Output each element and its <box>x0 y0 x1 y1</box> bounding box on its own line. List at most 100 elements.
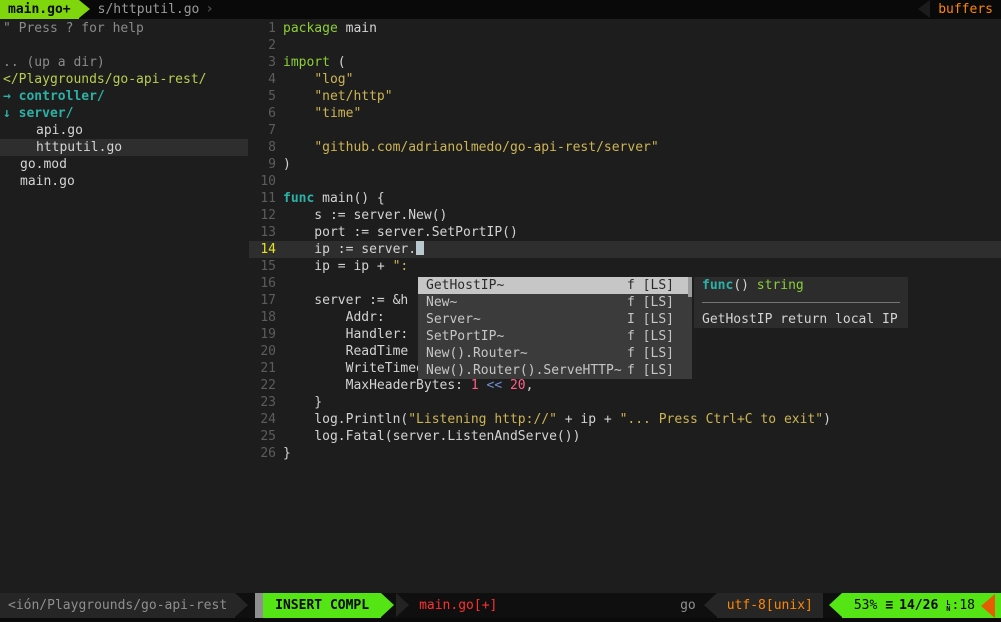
sidebar-file[interactable]: go.mod <box>0 156 248 173</box>
chevron-left-icon <box>918 0 931 18</box>
code-text: "time" <box>283 105 361 122</box>
code-token: 20 <box>509 378 526 393</box>
code-token: import <box>283 55 330 70</box>
line-number: 13 <box>260 225 276 240</box>
code-token: << <box>486 378 503 393</box>
position-segment: 53% ≡ 14/26 LN :18 <box>841 593 1001 618</box>
cwd-path: <ión/Playgrounds/go-api-rest <box>0 593 236 618</box>
tab-httputil-go[interactable]: s/httputil.go <box>90 0 206 19</box>
editor-line[interactable]: 22 MaxHeaderBytes: 1 << 20, <box>249 377 1001 394</box>
editor-line[interactable]: 4 "log" <box>249 71 1001 88</box>
sidebar-text[interactable]: .. (up a dir) <box>0 54 248 71</box>
code-token: Handler: <box>283 327 409 342</box>
text-cursor <box>416 241 425 255</box>
completion-kind: f [LS] <box>627 363 674 378</box>
editor-line[interactable]: 5 "net/http" <box>249 88 1001 105</box>
completion-item[interactable]: GetHostIP~ f [LS] <box>418 277 692 294</box>
sidebar-file[interactable]: main.go <box>0 173 248 190</box>
editor-line[interactable]: 1 package main <box>249 20 1001 37</box>
line-number: 14 <box>260 242 276 257</box>
code-token: string <box>756 278 804 293</box>
code-token: } <box>283 395 323 410</box>
editor-line[interactable]: 14 ip := server. <box>249 241 1001 258</box>
completion-label: New().Router~ <box>426 346 528 361</box>
sidebar-folder[interactable]: → controller/ <box>0 88 248 105</box>
editor-line[interactable]: 13 port := server.SetPortIP() <box>249 224 1001 241</box>
line-number: 12 <box>260 208 276 223</box>
editor-line[interactable]: 11 func main() { <box>249 190 1001 207</box>
editor-line[interactable]: 3 import ( <box>249 54 1001 71</box>
completion-kind: f [LS] <box>627 278 674 293</box>
editor-line[interactable]: 6 "time" <box>249 105 1001 122</box>
line-number: 7 <box>268 123 276 138</box>
editor-line[interactable]: 9) <box>249 156 1001 173</box>
code-token: "github.com/adrianolmedo/go-api-rest/ser… <box>314 140 659 155</box>
editor-line[interactable]: 15 ip = ip + ": <box>249 258 1001 275</box>
line-number: 17 <box>260 293 276 308</box>
tab-main-go[interactable]: main.go+ <box>0 0 79 19</box>
editor-line[interactable]: 24 log.Println("Listening http://" + ip … <box>249 411 1001 428</box>
code-text: MaxHeaderBytes: 1 << 20, <box>283 377 534 394</box>
code-text: s := server.New() <box>283 207 447 224</box>
chevron-right-icon: › <box>205 1 214 17</box>
line-number: 10 <box>260 174 276 189</box>
code-token: s := server.New() <box>283 208 448 223</box>
segment-arrow-shadow-icon <box>396 593 410 617</box>
completion-item[interactable]: New~ f [LS] <box>418 294 692 311</box>
sidebar-text: </Playgrounds/go-api-rest/ <box>0 71 248 88</box>
completion-label: SetPortIP~ <box>426 329 505 344</box>
code-token: MaxHeaderBytes: <box>283 378 471 393</box>
code-text: Addr: <box>283 309 385 326</box>
line-number: 16 <box>260 276 276 291</box>
completion-item[interactable]: New().Router~ f [LS] <box>418 345 692 362</box>
sidebar-label: httputil.go <box>36 140 123 155</box>
completion-label: GetHostIP~ <box>426 278 505 293</box>
code-token: "... Press Ctrl+C to exit" <box>619 412 824 427</box>
sidebar-file[interactable]: api.go <box>0 122 248 139</box>
buffers-label[interactable]: buffers <box>930 0 1001 19</box>
code-token: ": <box>392 259 409 274</box>
filename-modified: main.go[+] <box>419 598 498 613</box>
main-area: " Press ? for help .. (up a dir) </Playgro… <box>0 19 1001 593</box>
completion-item[interactable]: SetPortIP~ f [LS] <box>418 328 692 345</box>
code-text: Handler: <box>283 326 409 343</box>
code-token: log.Fatal(server.ListenAndServe()) <box>283 429 581 444</box>
statusline-spacer <box>497 593 672 618</box>
line-number: 26 <box>260 446 276 461</box>
code-text: ip = ip + ": <box>283 258 408 275</box>
folder-open-arrow-icon: ↓ <box>3 106 11 121</box>
editor-line[interactable]: 10 <box>249 173 1001 190</box>
code-token: "time" <box>314 106 362 121</box>
completion-label: Server~ <box>426 312 481 327</box>
sidebar-label: .. (up a dir) <box>3 55 105 70</box>
code-text: } <box>283 445 291 462</box>
editor-line[interactable]: 26} <box>249 445 1001 462</box>
tab-arrow-icon <box>78 0 90 18</box>
editor-line[interactable]: 7 <box>249 122 1001 139</box>
editor-line[interactable]: 23 } <box>249 394 1001 411</box>
code-token: () <box>733 278 757 293</box>
editor-line[interactable]: 25 log.Fatal(server.ListenAndServe()) <box>249 428 1001 445</box>
completion-scrollbar-thumb[interactable] <box>688 277 692 297</box>
code-token: main <box>337 21 377 36</box>
completion-menu[interactable]: GetHostIP~ f [LS] New~ f [LS] Server~ I [LS] S… <box>418 277 692 379</box>
sidebar-folder[interactable]: ↓ server/ <box>0 105 248 122</box>
line-number: 23 <box>260 395 276 410</box>
code-token: server := &h <box>283 293 409 308</box>
completion-item[interactable]: New().Router().ServeHTTP~ f [LS] <box>418 362 692 379</box>
code-token: port := server.SetPortIP() <box>283 225 518 240</box>
completion-item[interactable]: Server~ I [LS] <box>418 311 692 328</box>
line-number-icon: LN <box>946 598 951 613</box>
editor-line[interactable]: 2 <box>249 37 1001 54</box>
line-of-total: 14/26 <box>899 598 939 613</box>
editor-line[interactable]: 12 s := server.New() <box>249 207 1001 224</box>
sidebar-file[interactable]: httputil.go <box>0 139 248 156</box>
line-number: 24 <box>260 412 276 427</box>
end-arrow-icon <box>981 593 995 618</box>
editor-line[interactable]: 8 "github.com/adrianolmedo/go-api-rest/s… <box>249 139 1001 156</box>
file-explorer[interactable]: " Press ? for help .. (up a dir) </Playgro… <box>0 20 249 190</box>
code-token: main() { <box>314 191 385 206</box>
code-editor[interactable]: 1 package main 2 3 import (4 "log" 5 "net/htt… <box>249 20 1001 462</box>
